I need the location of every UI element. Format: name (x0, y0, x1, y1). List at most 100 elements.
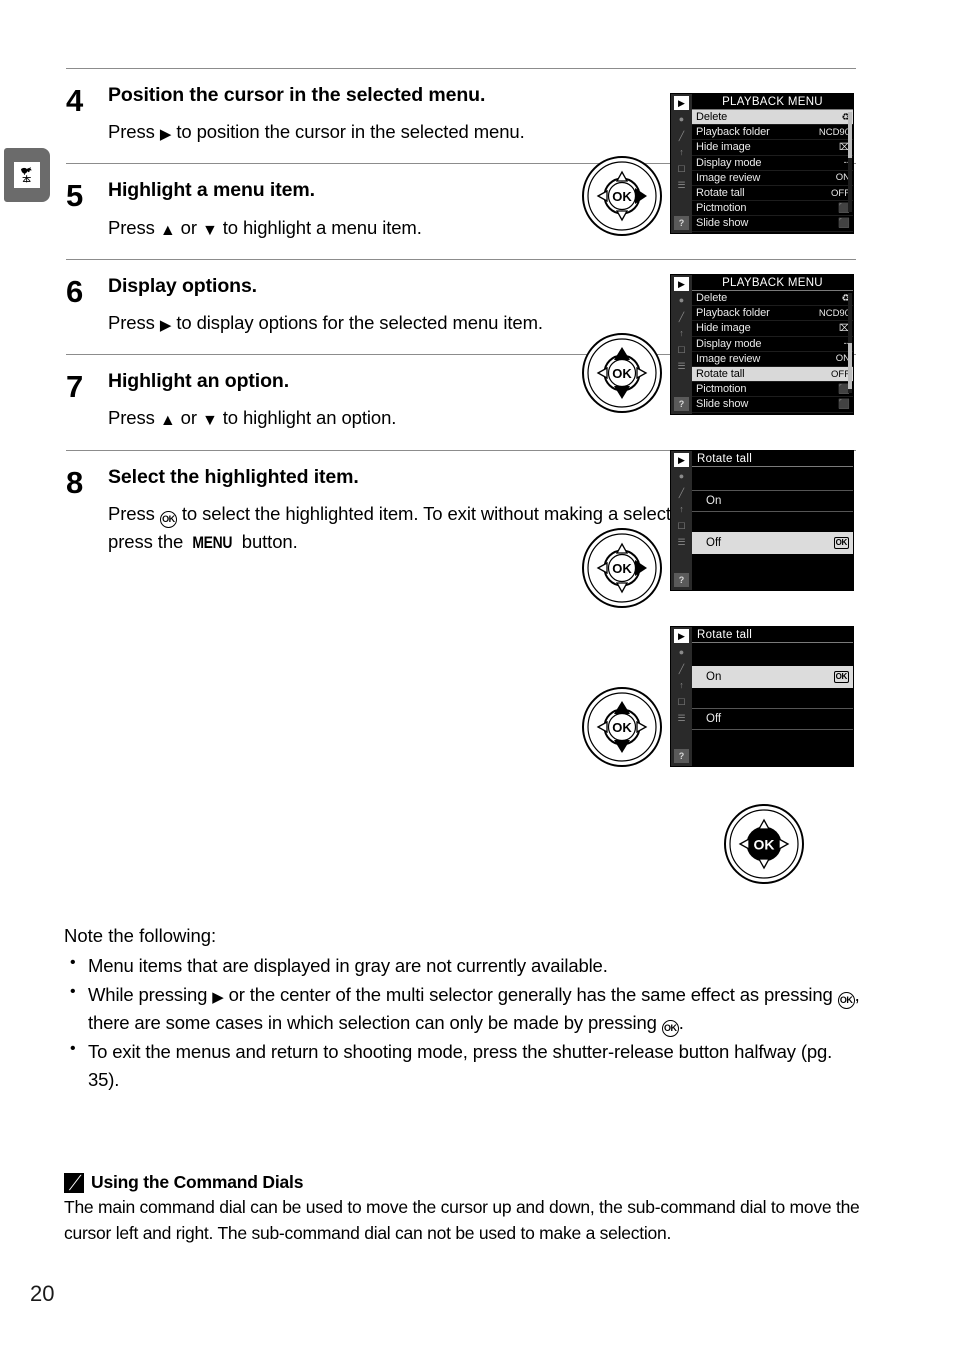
menu-row-image-review[interactable]: Image review ON (692, 171, 853, 186)
step-text-after: to position the cursor in the selected m… (171, 121, 525, 143)
menu-row-label: Slide show (696, 217, 749, 230)
menu-row-display-mode[interactable]: Display mode -- (692, 337, 853, 352)
svg-text:OK: OK (612, 561, 632, 576)
lcd-row-list: Delete ♻ Playback folder NCD90 Hide imag… (692, 110, 853, 232)
menu-row-image-review[interactable]: Image review ON (692, 352, 853, 367)
step-text-before: Press (108, 407, 160, 429)
lcd-rotate-tall-step6: ▶ ● ╱ ↑ ☐ ☰ ? Rotate tall On Off OK (670, 450, 854, 591)
retouch-icon[interactable]: ☐ (674, 162, 689, 176)
option-off[interactable]: Off OK (692, 532, 853, 554)
recent-settings-icon[interactable]: ☰ (674, 536, 689, 550)
shooting-menu-icon[interactable]: ● (674, 113, 689, 127)
tip-body: The main command dial can be used to mov… (64, 1197, 860, 1243)
multi-selector-step8: OK (723, 803, 805, 885)
step-description: Press ▶ to position the cursor in the se… (108, 118, 600, 147)
playback-icon[interactable]: ▶ (674, 453, 689, 467)
lcd-content: PLAYBACK MENU Delete ♻ Playback folder N… (692, 275, 853, 414)
menu-row-label: Image review (696, 352, 761, 365)
lcd-title: PLAYBACK MENU (692, 94, 853, 110)
svg-text:OK: OK (612, 189, 632, 204)
option-spacer (692, 688, 853, 708)
note-text-mid: or the center of the multi selector gene… (223, 983, 838, 1005)
retouch-icon[interactable]: ☐ (674, 343, 689, 357)
option-label: On (706, 495, 722, 507)
playback-icon[interactable]: ▶ (674, 277, 689, 291)
menu-row-playback-folder[interactable]: Playback folder NCD90 (692, 306, 853, 322)
menu-row-label: Slide show (696, 398, 749, 411)
menu-row-slide-show[interactable]: Slide show ⬛ (692, 216, 853, 232)
custom-setting-icon[interactable]: ╱ (674, 486, 689, 500)
lcd-sidebar: ▶ ● ╱ ↑ ☐ ☰ ? (671, 627, 692, 766)
custom-setting-icon[interactable]: ╱ (674, 129, 689, 143)
menu-row-rotate-tall[interactable]: Rotate tall OFF (692, 366, 853, 383)
option-on[interactable]: On OK (692, 666, 853, 688)
menu-row-pictmotion[interactable]: Pictmotion ⬛ (692, 382, 853, 398)
up-arrow-icon: ▲ (159, 412, 176, 430)
custom-setting-icon[interactable]: ╱ (674, 310, 689, 324)
menu-row-delete[interactable]: Delete ♻ (692, 291, 853, 307)
menu-row-label: Display mode (696, 156, 762, 169)
step-text-after: to display options for the selected menu… (171, 312, 543, 334)
lcd-playback-menu-step5: ▶ ● ╱ ↑ ☐ ☰ ? PLAYBACK MENU Delete ♻ Pla… (670, 274, 854, 415)
pencil-note-icon: ╱ (64, 1172, 84, 1193)
chapter-tab (4, 148, 50, 202)
lcd-content: PLAYBACK MENU Delete ♻ Playback folder N… (692, 94, 853, 233)
option-label: On (706, 671, 722, 683)
note-text-end: . (678, 1012, 684, 1033)
playback-icon[interactable]: ▶ (674, 629, 689, 643)
weathervane-icon (14, 162, 40, 188)
step-text-after: to highlight a menu item. (217, 216, 422, 238)
lcd-playback-menu-step4: ▶ ● ╱ ↑ ☐ ☰ ? PLAYBACK MENU Delete ♻ Pla… (670, 93, 854, 234)
menu-row-delete[interactable]: Delete ♻ (692, 110, 853, 126)
lcd-title: PLAYBACK MENU (692, 275, 853, 291)
retouch-icon[interactable]: ☐ (674, 519, 689, 533)
down-arrow-icon: ▼ (201, 412, 218, 430)
menu-row-hide-image[interactable]: Hide image ⌧ (692, 140, 853, 156)
lcd-scrollbar[interactable] (848, 293, 852, 393)
step-description: Press ▲ or ▼ to highlight an option. (108, 404, 600, 433)
help-icon[interactable]: ? (674, 397, 689, 411)
custom-setting-icon[interactable]: ╱ (674, 662, 689, 676)
lcd-content: Rotate tall On OK Off (692, 627, 853, 766)
svg-text:OK: OK (612, 366, 632, 381)
retouch-icon[interactable]: ☐ (674, 695, 689, 709)
notes-section: Note the following: Menu items that are … (64, 922, 864, 1095)
step-text-before: Press (108, 503, 160, 525)
lcd-sidebar: ▶ ● ╱ ↑ ☐ ☰ ? (671, 451, 692, 590)
menu-row-display-mode[interactable]: Display mode -- (692, 156, 853, 171)
option-on[interactable]: On (692, 490, 853, 512)
setup-icon[interactable]: ↑ (674, 327, 689, 341)
recent-settings-icon[interactable]: ☰ (674, 360, 689, 374)
option-spacer (692, 646, 853, 666)
menu-row-hide-image[interactable]: Hide image ⌧ (692, 321, 853, 337)
down-arrow-icon: ▼ (201, 221, 218, 239)
step-number: 8 (66, 464, 84, 500)
menu-row-slide-show[interactable]: Slide show ⬛ (692, 397, 853, 413)
right-arrow-icon: ▶ (159, 126, 172, 144)
recent-settings-icon[interactable]: ☰ (674, 179, 689, 193)
ok-button-icon: OK (837, 991, 855, 1009)
shooting-menu-icon[interactable]: ● (674, 294, 689, 308)
help-icon[interactable]: ? (674, 216, 689, 230)
help-icon[interactable]: ? (674, 749, 689, 763)
option-off[interactable]: Off (692, 708, 853, 730)
playback-icon[interactable]: ▶ (674, 96, 689, 110)
menu-row-playback-folder[interactable]: Playback folder NCD90 (692, 125, 853, 141)
menu-row-pictmotion[interactable]: Pictmotion ⬛ (692, 201, 853, 217)
shooting-menu-icon[interactable]: ● (674, 646, 689, 660)
step-text-before: Press (108, 312, 160, 334)
lcd-scrollbar[interactable] (848, 112, 852, 212)
recent-settings-icon[interactable]: ☰ (674, 712, 689, 726)
setup-icon[interactable]: ↑ (674, 679, 689, 693)
setup-icon[interactable]: ↑ (674, 146, 689, 160)
help-icon[interactable]: ? (674, 573, 689, 587)
menu-row-label: Rotate tall (696, 187, 745, 200)
menu-row-value: OFF (831, 187, 850, 199)
step-number: 7 (66, 369, 84, 405)
ok-badge-icon: OK (833, 537, 849, 549)
step-number: 4 (66, 83, 84, 118)
shooting-menu-icon[interactable]: ● (674, 470, 689, 484)
setup-icon[interactable]: ↑ (674, 503, 689, 517)
menu-row-rotate-tall[interactable]: Rotate tall OFF (692, 186, 853, 202)
step-text-mid: or (175, 407, 202, 429)
